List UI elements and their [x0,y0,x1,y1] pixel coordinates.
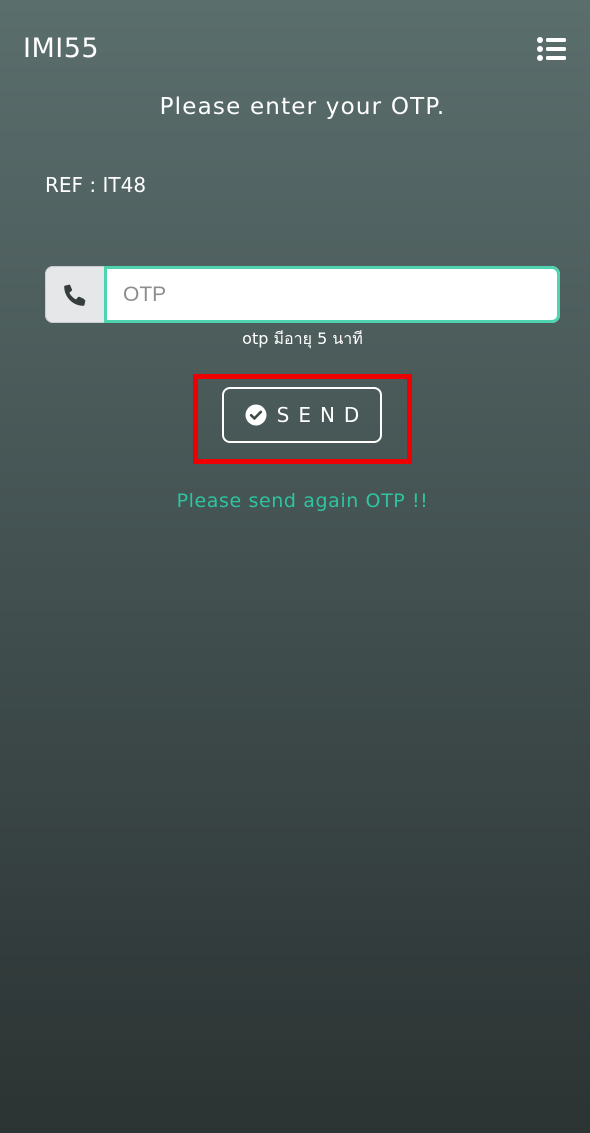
send-button-label: SEND [276,403,369,427]
page-heading: Please enter your OTP. [159,94,446,120]
menu-button[interactable] [535,34,569,64]
otp-addon [45,266,104,323]
resend-otp-link[interactable]: Please send again OTP !! [0,490,590,512]
phone-icon [64,284,86,306]
check-circle-icon [245,404,267,426]
otp-input-group [45,266,560,323]
list-menu-icon [537,37,566,61]
send-button[interactable]: SEND [222,387,382,443]
app-title: IMI55 [23,33,100,64]
otp-input[interactable] [104,266,560,323]
otp-expiry-hint: otp มีอายุ 5 นาที [242,329,363,348]
ref-code: REF : IT48 [45,173,147,197]
